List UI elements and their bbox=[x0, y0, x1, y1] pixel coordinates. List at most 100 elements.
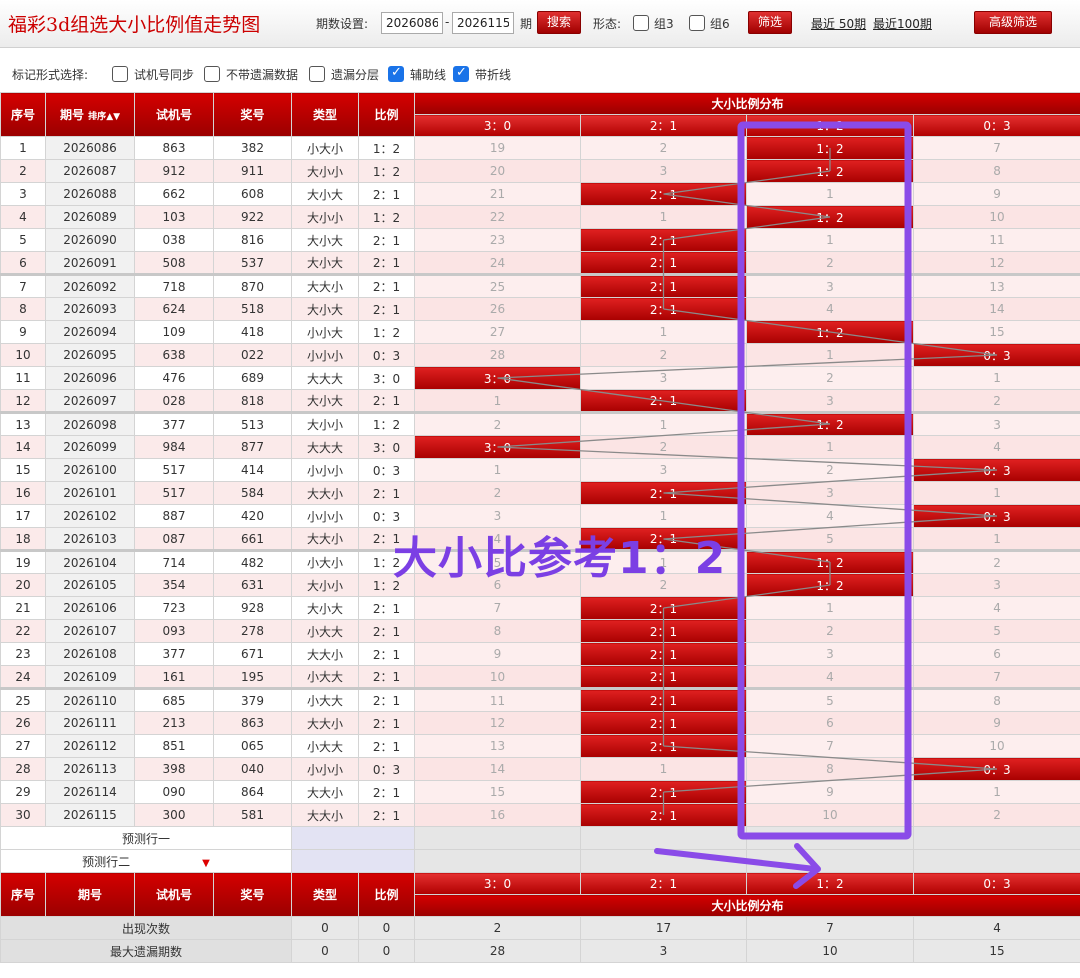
predict-row-2-cell[interactable] bbox=[414, 849, 581, 873]
row-seq: 11 bbox=[0, 366, 46, 390]
filter-button[interactable]: 筛选 bbox=[748, 11, 792, 34]
trend-rows: 1 2026086 863 382 小大小 1：2 19 2 1：2 7 2 2026087 912 91… bbox=[0, 136, 1080, 827]
dist-hit-cell: 0：3 bbox=[912, 757, 1080, 781]
group3-checkbox[interactable] bbox=[633, 15, 649, 31]
dist-hit-cell: 2：1 bbox=[580, 619, 747, 643]
row-ratio: 2：1 bbox=[358, 182, 415, 206]
row-seq: 9 bbox=[0, 320, 46, 344]
header-period[interactable]: 期号 排序▲▼ bbox=[45, 92, 135, 137]
predict-row-2-cell[interactable] bbox=[580, 849, 747, 873]
row-ratio: 2：1 bbox=[358, 251, 415, 275]
dist-omit-cell: 1 bbox=[580, 320, 747, 344]
recent50-link[interactable]: 最近 50期 bbox=[811, 15, 866, 32]
row-type: 大大大 bbox=[291, 435, 359, 459]
dist-omit-cell: 26 bbox=[414, 297, 581, 321]
row-seq: 13 bbox=[0, 411, 46, 436]
option-checkbox-omit-layer[interactable] bbox=[309, 66, 325, 82]
table-row: 30 2026115 300 581 大大小 2：1 16 2：1 10 2 bbox=[0, 803, 1080, 827]
row-prize-number: 518 bbox=[213, 297, 292, 321]
option-checkbox-no-omit[interactable] bbox=[204, 66, 220, 82]
dist-hit-cell: 2：1 bbox=[580, 228, 747, 252]
row-type: 大小大 bbox=[291, 228, 359, 252]
predict-row-2-cell[interactable] bbox=[912, 849, 1080, 873]
row-test-number: 087 bbox=[134, 527, 214, 551]
dist-hit-cell: 2：1 bbox=[580, 182, 747, 206]
row-prize-number: 928 bbox=[213, 596, 292, 620]
row-type: 大小大 bbox=[291, 182, 359, 206]
predict-row-2-label[interactable]: 预测行二 ▼ bbox=[0, 849, 292, 873]
dist-omit-cell: 4 bbox=[746, 504, 914, 528]
dist-omit-cell: 3 bbox=[912, 411, 1080, 436]
dist-omit-cell: 15 bbox=[912, 320, 1080, 344]
row-ratio: 2：1 bbox=[358, 619, 415, 643]
recent100-link[interactable]: 最近100期 bbox=[873, 15, 932, 32]
dist-omit-cell: 3 bbox=[746, 389, 914, 413]
dist-omit-cell: 2 bbox=[912, 803, 1080, 827]
period-from-input[interactable] bbox=[381, 12, 443, 34]
predict-row-1-cell[interactable] bbox=[580, 826, 747, 850]
row-period: 2026099 bbox=[45, 435, 135, 459]
predict-row-1-input[interactable] bbox=[291, 826, 415, 850]
dist-omit-cell: 3 bbox=[580, 366, 747, 390]
option-checkbox-polyline[interactable] bbox=[453, 65, 469, 82]
option-checkbox-test-sync[interactable] bbox=[112, 66, 128, 82]
row-period: 2026088 bbox=[45, 182, 135, 206]
row-seq: 2 bbox=[0, 159, 46, 183]
dist-omit-cell: 3 bbox=[580, 159, 747, 183]
dist-hit-cell: 2：1 bbox=[580, 734, 747, 758]
page-title: 福彩3d组选大小比例值走势图 bbox=[8, 14, 261, 36]
row-prize-number: 537 bbox=[213, 251, 292, 275]
option-checkbox-helper-line[interactable] bbox=[388, 65, 404, 82]
stats-dist-value: 10 bbox=[746, 939, 914, 963]
row-period: 2026095 bbox=[45, 343, 135, 367]
sort-toggle[interactable]: 排序 bbox=[88, 112, 106, 122]
table-row: 27 2026112 851 065 小大大 2：1 13 2：1 7 10 bbox=[0, 734, 1080, 758]
row-type: 大小大 bbox=[291, 251, 359, 275]
predict-row-2-input[interactable] bbox=[291, 849, 415, 873]
row-period: 2026091 bbox=[45, 251, 135, 275]
predict-row-2-cell[interactable] bbox=[746, 849, 914, 873]
row-prize-number: 863 bbox=[213, 711, 292, 735]
row-type: 小大大 bbox=[291, 665, 359, 689]
group6-checkbox[interactable] bbox=[689, 15, 705, 31]
arrow-down-icon[interactable]: ▼ bbox=[202, 858, 210, 869]
row-prize-number: 382 bbox=[213, 136, 292, 160]
row-prize-number: 379 bbox=[213, 687, 292, 712]
header-dist-2-1: 2：1 bbox=[580, 114, 747, 137]
row-prize-number: 631 bbox=[213, 573, 292, 597]
row-ratio: 0：3 bbox=[358, 343, 415, 367]
search-button[interactable]: 搜索 bbox=[537, 11, 581, 34]
footer-header-test: 试机号 bbox=[134, 872, 214, 917]
row-prize-number: 816 bbox=[213, 228, 292, 252]
dist-omit-cell: 4 bbox=[746, 665, 914, 689]
dist-omit-cell: 7 bbox=[414, 596, 581, 620]
row-ratio: 2：1 bbox=[358, 780, 415, 804]
predict-row-1-cell[interactable] bbox=[414, 826, 581, 850]
header-ratio: 比例 bbox=[358, 92, 415, 137]
predict-row-1-cell[interactable] bbox=[746, 826, 914, 850]
table-row: 23 2026108 377 671 大大小 2：1 9 2：1 3 6 bbox=[0, 642, 1080, 666]
table-row: 8 2026093 624 518 大小大 2：1 26 2：1 4 14 bbox=[0, 297, 1080, 321]
dist-omit-cell: 1 bbox=[414, 458, 581, 482]
stats-dist-value: 2 bbox=[414, 916, 581, 940]
header-dist-0-3: 0：3 bbox=[912, 114, 1080, 137]
row-test-number: 685 bbox=[134, 687, 214, 712]
period-to-input[interactable] bbox=[452, 12, 514, 34]
dist-omit-cell: 6 bbox=[746, 711, 914, 735]
row-test-number: 912 bbox=[134, 159, 214, 183]
table-row: 10 2026095 638 022 小小小 0：3 28 2 1 0：3 bbox=[0, 343, 1080, 367]
advanced-filter-button[interactable]: 高级筛选 bbox=[974, 11, 1052, 34]
dist-omit-cell: 13 bbox=[912, 273, 1080, 298]
row-type: 大小大 bbox=[291, 297, 359, 321]
dist-omit-cell: 1 bbox=[746, 343, 914, 367]
predict-row-1-cell[interactable] bbox=[912, 826, 1080, 850]
dist-omit-cell: 15 bbox=[414, 780, 581, 804]
row-type: 小小小 bbox=[291, 757, 359, 781]
dist-omit-cell: 14 bbox=[414, 757, 581, 781]
row-type: 大小小 bbox=[291, 573, 359, 597]
row-test-number: 624 bbox=[134, 297, 214, 321]
row-period: 2026098 bbox=[45, 411, 135, 436]
dist-hit-cell: 2：1 bbox=[580, 297, 747, 321]
predict-row-1-label[interactable]: 预测行一 bbox=[0, 826, 292, 850]
table-row: 4 2026089 103 922 大小小 1：2 22 1 1：2 10 bbox=[0, 205, 1080, 229]
